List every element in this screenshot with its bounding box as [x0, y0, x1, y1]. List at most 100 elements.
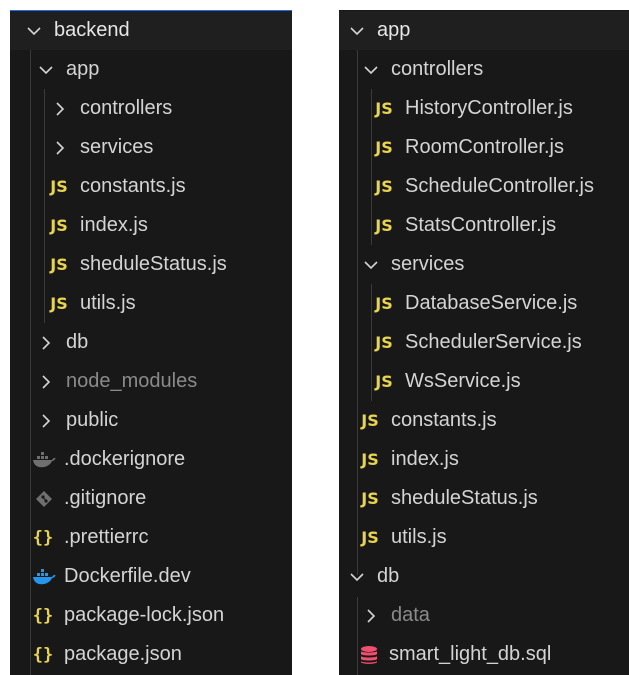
- chevron-right-icon: [361, 606, 381, 626]
- file-label: constants.js: [80, 175, 186, 197]
- file-label: ScheduleController.js: [405, 175, 594, 197]
- file-label: smart_light_db.sql: [389, 643, 552, 665]
- javascript-file-icon: JS: [50, 255, 68, 274]
- chevron-down-icon: [347, 567, 367, 587]
- folder-label: controllers: [391, 58, 484, 80]
- folder-label: db: [66, 331, 89, 353]
- chevron-down-icon: [24, 21, 44, 41]
- tree-file-sheduleStatus[interactable]: JS sheduleStatus.js: [10, 245, 292, 284]
- file-label: DatabaseService.js: [405, 292, 578, 314]
- file-label: .gitignore: [64, 487, 147, 509]
- folder-label: node_modules: [66, 370, 198, 392]
- tree-folder-public[interactable]: public: [10, 401, 292, 440]
- git-diamond-icon: [32, 489, 56, 509]
- tree-file-dockerignore[interactable]: .dockerignore: [10, 440, 292, 479]
- tree-file-constants[interactable]: JS constants.js: [10, 167, 292, 206]
- file-label: package-lock.json: [64, 604, 225, 626]
- javascript-file-icon: JS: [50, 294, 68, 313]
- tree-file-stats-controller[interactable]: JS StatsController.js: [339, 206, 629, 245]
- file-label: sheduleStatus.js: [80, 253, 227, 275]
- folder-label: services: [391, 253, 465, 275]
- tree-folder-backend[interactable]: backend: [10, 11, 292, 50]
- file-label: utils.js: [80, 292, 136, 314]
- chevron-right-icon: [50, 99, 70, 119]
- chevron-down-icon: [36, 60, 56, 80]
- folder-label: app: [66, 58, 100, 80]
- chevron-down-icon: [361, 255, 381, 275]
- file-label: index.js: [391, 448, 459, 470]
- javascript-file-icon: JS: [50, 216, 68, 235]
- file-label: RoomController.js: [405, 136, 564, 158]
- tree-folder-controllers[interactable]: controllers: [339, 50, 629, 89]
- tree-file-database-service[interactable]: JS DatabaseService.js: [339, 284, 629, 323]
- file-label: utils.js: [391, 526, 447, 548]
- javascript-file-icon: JS: [375, 99, 393, 118]
- file-label: HistoryController.js: [405, 97, 573, 119]
- tree-folder-app[interactable]: app: [10, 50, 292, 89]
- file-label: index.js: [80, 214, 148, 236]
- javascript-file-icon: JS: [50, 177, 68, 196]
- file-label: constants.js: [391, 409, 497, 431]
- file-label: sheduleStatus.js: [391, 487, 538, 509]
- explorer-panel-left: backend app controllers services JS cons…: [10, 10, 292, 675]
- folder-label: db: [377, 565, 400, 587]
- tree-folder-node-modules[interactable]: node_modules: [10, 362, 292, 401]
- tree-file-index[interactable]: JS index.js: [339, 440, 629, 479]
- file-label: SchedulerService.js: [405, 331, 582, 353]
- tree-file-schedule-controller[interactable]: JS ScheduleController.js: [339, 167, 629, 206]
- tree-folder-controllers[interactable]: controllers: [10, 89, 292, 128]
- tree-file-prettierrc[interactable]: {} .prettierrc: [10, 518, 292, 557]
- javascript-file-icon: JS: [361, 489, 379, 508]
- tree-file-package[interactable]: {} package.json: [10, 635, 292, 674]
- chevron-right-icon: [50, 138, 70, 158]
- tree-folder-db[interactable]: db: [339, 557, 629, 596]
- tree-file-package-lock[interactable]: {} package-lock.json: [10, 596, 292, 635]
- tree-file-gitignore[interactable]: .gitignore: [10, 479, 292, 518]
- tree-file-dockerfile[interactable]: Dockerfile.dev: [10, 557, 292, 596]
- chevron-down-icon: [347, 21, 367, 41]
- folder-label: app: [377, 19, 411, 41]
- docker-whale-icon: [32, 567, 56, 587]
- folder-label: backend: [54, 19, 130, 41]
- folder-label: public: [66, 409, 119, 431]
- javascript-file-icon: JS: [375, 177, 393, 196]
- javascript-file-icon: JS: [361, 411, 379, 430]
- json-file-icon: {}: [32, 644, 54, 665]
- json-file-icon: {}: [32, 527, 54, 548]
- folder-label: services: [80, 136, 154, 158]
- tree-folder-db[interactable]: db: [10, 323, 292, 362]
- chevron-right-icon: [36, 411, 56, 431]
- javascript-file-icon: JS: [375, 138, 393, 157]
- file-label: package.json: [64, 643, 182, 665]
- tree-file-utils[interactable]: JS utils.js: [339, 518, 629, 557]
- file-label: StatsController.js: [405, 214, 557, 236]
- tree-folder-services[interactable]: services: [10, 128, 292, 167]
- docker-whale-icon: [32, 450, 56, 470]
- tree-file-utils[interactable]: JS utils.js: [10, 284, 292, 323]
- database-icon: [357, 645, 381, 665]
- folder-label: controllers: [80, 97, 173, 119]
- tree-folder-data[interactable]: data: [339, 596, 629, 635]
- tree-file-history-controller[interactable]: JS HistoryController.js: [339, 89, 629, 128]
- javascript-file-icon: JS: [375, 333, 393, 352]
- file-label: WsService.js: [405, 370, 521, 392]
- javascript-file-icon: JS: [375, 372, 393, 391]
- file-label: Dockerfile.dev: [64, 565, 191, 587]
- chevron-right-icon: [36, 372, 56, 392]
- folder-label: data: [391, 604, 430, 626]
- chevron-right-icon: [36, 333, 56, 353]
- tree-folder-app[interactable]: app: [339, 11, 629, 50]
- tree-file-scheduler-service[interactable]: JS SchedulerService.js: [339, 323, 629, 362]
- javascript-file-icon: JS: [375, 294, 393, 313]
- tree-file-index[interactable]: JS index.js: [10, 206, 292, 245]
- tree-file-sheduleStatus[interactable]: JS sheduleStatus.js: [339, 479, 629, 518]
- chevron-down-icon: [361, 60, 381, 80]
- javascript-file-icon: JS: [361, 450, 379, 469]
- tree-file-room-controller[interactable]: JS RoomController.js: [339, 128, 629, 167]
- explorer-panel-right: app controllers JS HistoryController.js …: [339, 10, 629, 675]
- tree-file-ws-service[interactable]: JS WsService.js: [339, 362, 629, 401]
- tree-file-constants[interactable]: JS constants.js: [339, 401, 629, 440]
- tree-folder-services[interactable]: services: [339, 245, 629, 284]
- tree-file-sql[interactable]: smart_light_db.sql: [339, 635, 629, 674]
- file-label: .dockerignore: [64, 448, 186, 470]
